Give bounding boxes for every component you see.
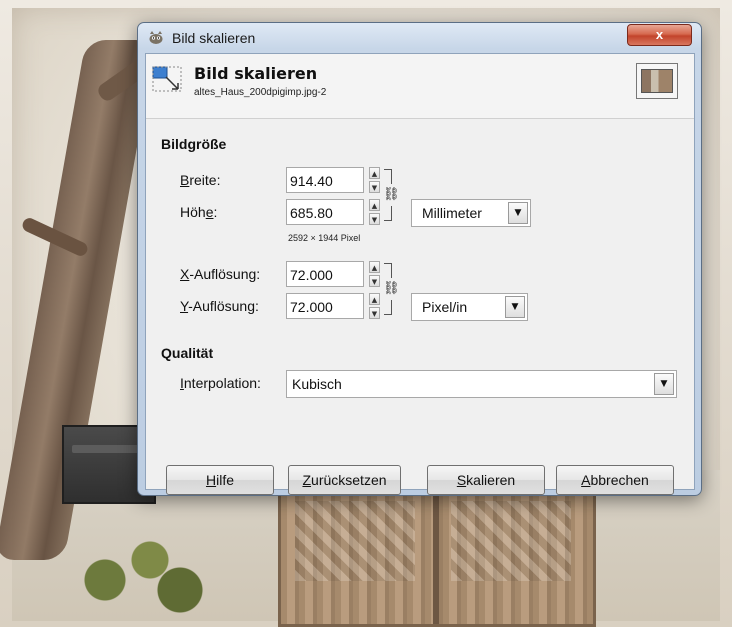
image-size-section-label: Bildgröße (161, 136, 227, 152)
height-input[interactable]: 685.80 (286, 199, 364, 225)
y-resolution-input[interactable]: 72.000 (286, 293, 364, 319)
image-filename: altes_Haus_200dpigimp.jpg-2 (194, 87, 327, 98)
scale-button[interactable]: Skalieren (427, 465, 545, 495)
gimp-wilber-icon (148, 30, 164, 46)
close-button[interactable]: x (627, 24, 692, 46)
size-unit-value: Millimeter (422, 205, 482, 221)
chain-bracket-top (384, 169, 392, 184)
interpolation-label: Interpolation: (180, 375, 261, 391)
help-button[interactable]: Hilfe (166, 465, 274, 495)
chevron-down-icon[interactable]: ▼ (505, 296, 525, 318)
scale-image-icon (151, 65, 185, 95)
spin-up-icon[interactable]: ▲ (369, 199, 380, 211)
chevron-down-icon[interactable]: ▼ (508, 202, 528, 224)
spin-down-icon[interactable]: ▼ (369, 213, 380, 225)
x-resolution-input[interactable]: 72.000 (286, 261, 364, 287)
scale-image-dialog: Bild skalieren x Bild skalieren altes_Ha… (137, 22, 702, 496)
size-chain-toggle[interactable]: ⛓ (383, 169, 400, 221)
spin-up-icon[interactable]: ▲ (369, 167, 380, 179)
x-resolution-spinner[interactable]: ▲ ▼ (369, 261, 381, 287)
y-resolution-label: Y-Auflösung: (180, 298, 259, 314)
window-title: Bild skalieren (172, 30, 256, 46)
width-label: Breite: (180, 172, 221, 188)
spin-down-icon[interactable]: ▼ (369, 275, 380, 287)
resolution-chain-toggle[interactable]: ⛓ (383, 263, 400, 315)
width-input[interactable]: 914.40 (286, 167, 364, 193)
size-unit-dropdown[interactable]: Millimeter ▼ (411, 199, 531, 227)
dialog-heading: Bild skalieren (194, 64, 318, 83)
chain-bracket-bottom (384, 206, 392, 221)
spin-down-icon[interactable]: ▼ (369, 307, 380, 319)
quality-section-label: Qualität (161, 345, 214, 361)
y-resolution-spinbox[interactable]: 72.000 ▲ ▼ (286, 293, 390, 321)
height-label: Höhe: (180, 204, 218, 220)
dialog-header: Bild skalieren altes_Haus_200dpigimp.jpg… (146, 54, 694, 119)
chevron-down-icon[interactable]: ▼ (654, 373, 674, 395)
chain-bracket-bottom (384, 300, 392, 315)
interpolation-dropdown[interactable]: Kubisch ▼ (286, 370, 677, 398)
spin-down-icon[interactable]: ▼ (369, 181, 380, 193)
height-spinner[interactable]: ▲ ▼ (369, 199, 381, 225)
chain-link-icon[interactable]: ⛓ (383, 186, 400, 204)
title-bar[interactable]: Bild skalieren x (138, 23, 701, 53)
close-icon: x (655, 27, 664, 42)
spin-up-icon[interactable]: ▲ (369, 261, 380, 273)
cancel-button[interactable]: Abbrechen (556, 465, 674, 495)
photo-door-pattern (451, 501, 571, 581)
photo-door-split (433, 491, 439, 624)
photo-door-pattern (295, 501, 415, 581)
width-spinner[interactable]: ▲ ▼ (369, 167, 381, 193)
reset-button[interactable]: Zurücksetzen (288, 465, 401, 495)
resolution-unit-dropdown[interactable]: Pixel/in ▼ (411, 293, 528, 321)
interpolation-value: Kubisch (292, 376, 342, 392)
resolution-unit-value: Pixel/in (422, 299, 468, 315)
thumbnail-picture (641, 69, 673, 93)
chain-link-icon[interactable]: ⛓ (383, 280, 400, 298)
photo-mailbox-slot (72, 445, 142, 453)
pixel-dimensions: 2592 × 1944 Pixel (288, 233, 361, 243)
photo-wooden-door (278, 488, 596, 627)
photo-plants (60, 520, 210, 620)
spin-up-icon[interactable]: ▲ (369, 293, 380, 305)
image-thumbnail (636, 63, 678, 99)
chain-bracket-top (384, 263, 392, 278)
x-resolution-label: X-Auflösung: (180, 266, 261, 282)
dialog-content: Bild skalieren altes_Haus_200dpigimp.jpg… (145, 53, 695, 495)
height-spinbox[interactable]: 685.80 ▲ ▼ (286, 199, 390, 227)
x-resolution-spinbox[interactable]: 72.000 ▲ ▼ (286, 261, 390, 289)
width-spinbox[interactable]: 914.40 ▲ ▼ (286, 167, 390, 195)
y-resolution-spinner[interactable]: ▲ ▼ (369, 293, 381, 319)
